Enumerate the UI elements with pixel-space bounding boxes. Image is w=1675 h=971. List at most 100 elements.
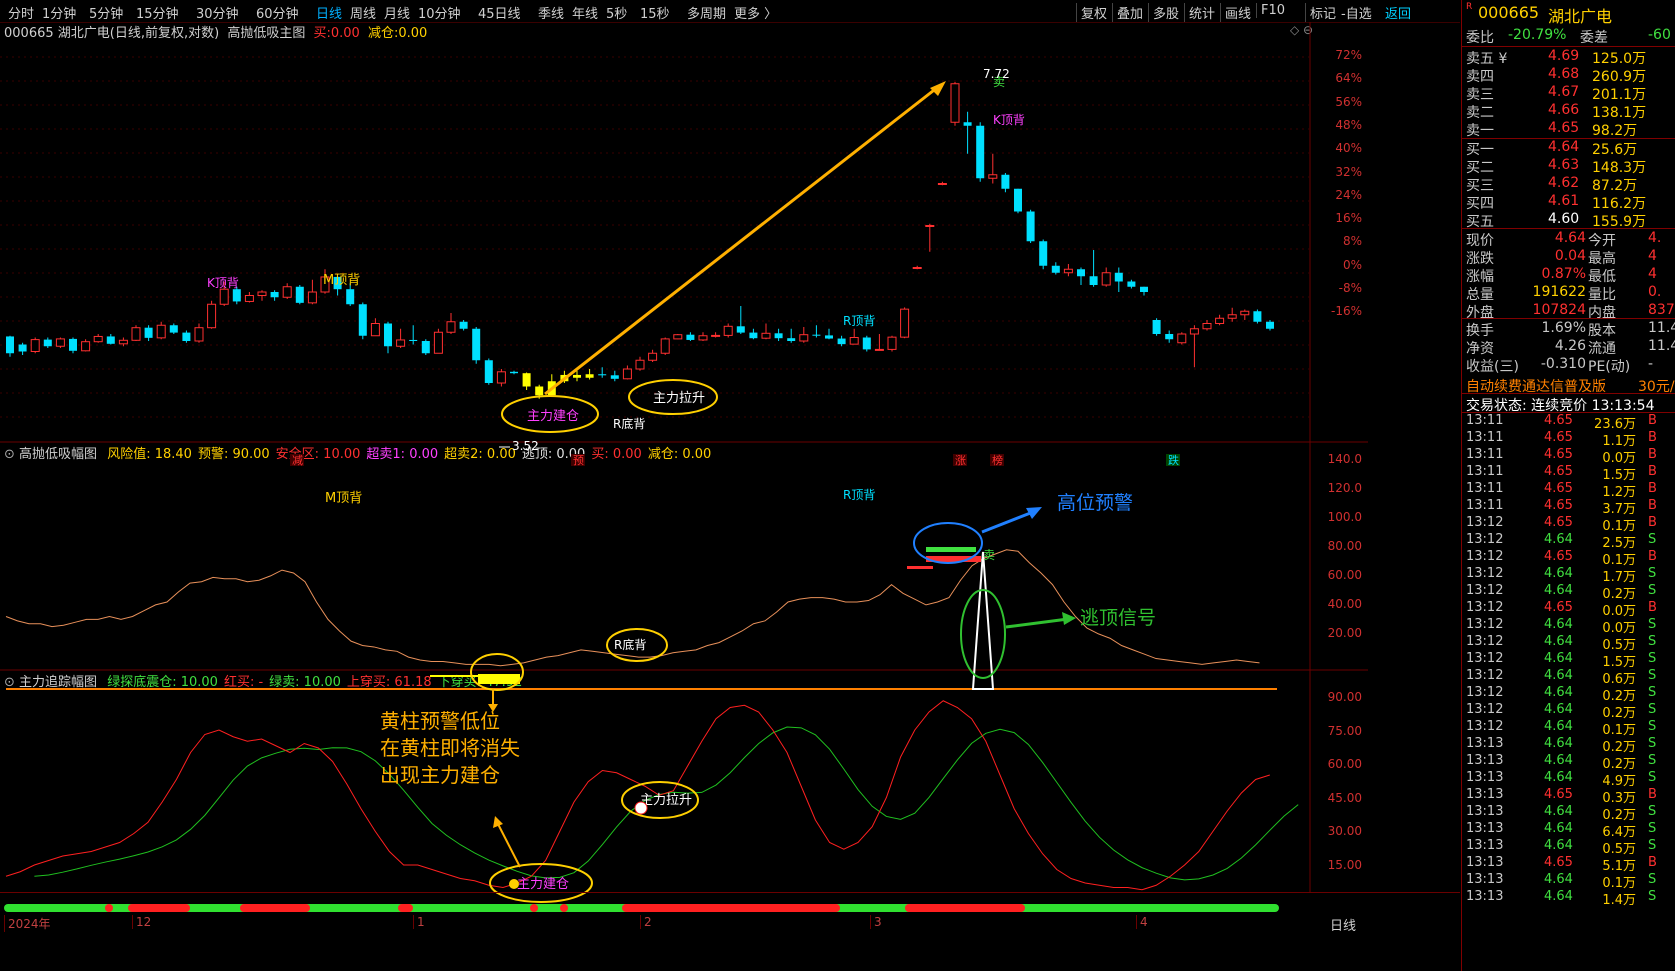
y-tick: 20.00 bbox=[1327, 626, 1362, 640]
note-line: 出现主力建仓 bbox=[380, 763, 500, 787]
toolbar-item-2[interactable]: 多股 bbox=[1148, 3, 1179, 22]
tick-time: 13:11 bbox=[1466, 430, 1504, 445]
tick-price: 4.64 bbox=[1544, 770, 1573, 785]
period-tab-7[interactable]: 周线 bbox=[350, 3, 376, 22]
toolbar-item-6[interactable]: 标记 bbox=[1305, 3, 1336, 22]
tick-row: 13:13 4.64 6.4万 S bbox=[1462, 820, 1675, 840]
stat-row: 现价 4.64 今开 4. bbox=[1462, 229, 1675, 249]
toolbar-item-1[interactable]: 叠加 bbox=[1112, 3, 1143, 22]
tick-direction: S bbox=[1648, 583, 1657, 598]
signal-line-red bbox=[5, 700, 1270, 891]
yellow-ellipse bbox=[470, 653, 524, 691]
candle bbox=[459, 321, 468, 329]
bid-price: 4.61 bbox=[1548, 193, 1580, 209]
tick-time: 13:12 bbox=[1466, 685, 1504, 700]
period-tab-3[interactable]: 15分钟 bbox=[136, 3, 179, 22]
x-tick: 1 bbox=[413, 915, 425, 929]
back-button[interactable]: 返回 bbox=[1385, 3, 1411, 22]
candle bbox=[1114, 272, 1123, 282]
candle bbox=[496, 371, 506, 384]
y-tick: 64% bbox=[1335, 71, 1362, 86]
candle bbox=[887, 336, 897, 350]
tick-price: 4.65 bbox=[1544, 600, 1573, 615]
period-tab-5[interactable]: 60分钟 bbox=[256, 3, 299, 22]
period-tab-14[interactable]: 15秒 bbox=[640, 3, 670, 22]
watchlist-button[interactable]: -自选 bbox=[1341, 3, 1372, 22]
tick-price: 4.64 bbox=[1544, 719, 1573, 734]
candle bbox=[799, 334, 809, 342]
toolbar-item-3[interactable]: 统计 bbox=[1184, 3, 1215, 22]
period-tab-11[interactable]: 季线 bbox=[538, 3, 564, 22]
tick-price: 4.64 bbox=[1544, 736, 1573, 751]
tick-row: 13:12 4.64 0.1万 S bbox=[1462, 718, 1675, 738]
toolbar-item-0[interactable]: 复权 bbox=[1076, 3, 1107, 22]
candle bbox=[988, 174, 998, 179]
candle bbox=[106, 336, 115, 344]
toolbar-item-5[interactable]: F10 bbox=[1256, 3, 1285, 18]
warn-arrow bbox=[981, 510, 1034, 534]
candle bbox=[144, 327, 153, 338]
period-indicator[interactable]: 日线 bbox=[1330, 915, 1356, 934]
r-bottom-label: R底背 bbox=[613, 416, 645, 431]
tick-price: 4.64 bbox=[1544, 889, 1573, 904]
chart-canvas[interactable]: K顶背 M顶背R顶背K顶背R底背卖7.723.52主力建仓主力拉升减预涨榜跌M顶背… bbox=[0, 22, 1460, 971]
toolbar-item-4[interactable]: 画线 bbox=[1220, 3, 1251, 22]
y-tick: 45.00 bbox=[1327, 790, 1362, 805]
y-tick: 16% bbox=[1335, 211, 1362, 226]
candle bbox=[257, 291, 267, 296]
weibi-value: -20.79% bbox=[1508, 27, 1567, 43]
ask-row: 卖二 4.66 138.1万 bbox=[1462, 101, 1675, 121]
stat-row: 总量 191622 量比 0. bbox=[1462, 283, 1675, 303]
bid-price: 4.60 bbox=[1548, 211, 1580, 227]
r-top-label: R顶背 bbox=[843, 488, 875, 502]
candle bbox=[711, 334, 721, 337]
period-tab-15[interactable]: 多周期 bbox=[687, 3, 726, 22]
period-tab-10[interactable]: 45日线 bbox=[478, 3, 521, 22]
period-tab-1[interactable]: 1分钟 bbox=[42, 3, 76, 22]
candle bbox=[837, 338, 846, 345]
period-tab-8[interactable]: 月线 bbox=[384, 3, 410, 22]
stat-value: 4.26 bbox=[1554, 338, 1586, 354]
period-tab-4[interactable]: 30分钟 bbox=[196, 3, 239, 22]
tick-row: 13:11 4.65 1.5万 B bbox=[1462, 463, 1675, 483]
y-tick: 24% bbox=[1335, 187, 1362, 202]
candle bbox=[1026, 211, 1035, 242]
tick-direction: B bbox=[1648, 549, 1657, 564]
tick-row: 13:12 4.64 0.0万 S bbox=[1462, 616, 1675, 636]
period-tab-13[interactable]: 5秒 bbox=[606, 3, 627, 22]
candle bbox=[1001, 174, 1010, 189]
tick-price: 4.64 bbox=[1544, 634, 1573, 649]
bid-row: 买一 4.64 25.6万 bbox=[1462, 138, 1675, 158]
period-tab-9[interactable]: 10分钟 bbox=[418, 3, 461, 22]
tick-price: 4.64 bbox=[1544, 838, 1573, 853]
tick-price: 4.65 bbox=[1544, 498, 1573, 513]
candle bbox=[648, 352, 658, 361]
bottom-mark: 预 bbox=[573, 454, 584, 467]
bid-price: 4.63 bbox=[1548, 157, 1580, 173]
candle bbox=[219, 288, 229, 305]
period-tab-16[interactable]: 更多 〉 bbox=[734, 3, 777, 22]
y-tick: -16% bbox=[1330, 304, 1362, 319]
candle bbox=[1077, 269, 1085, 277]
period-tab-0[interactable]: 分时 bbox=[8, 3, 34, 22]
tick-row: 13:13 4.64 4.9万 S bbox=[1462, 769, 1675, 789]
tick-price: 4.64 bbox=[1544, 583, 1573, 598]
k-top-label: K顶背 bbox=[993, 113, 1025, 127]
tick-time: 13:11 bbox=[1466, 464, 1504, 479]
tick-time: 13:12 bbox=[1466, 600, 1504, 615]
period-tab-12[interactable]: 年线 bbox=[572, 3, 598, 22]
tick-time: 13:11 bbox=[1466, 481, 1504, 496]
tick-direction: B bbox=[1648, 498, 1657, 513]
candle bbox=[660, 338, 670, 354]
tick-time: 13:12 bbox=[1466, 532, 1504, 547]
candle bbox=[282, 286, 292, 298]
period-tab-6[interactable]: 日线 bbox=[316, 3, 342, 22]
bottom-mark: 涨 bbox=[955, 454, 966, 467]
y-tick: 40.00 bbox=[1327, 597, 1362, 611]
stock-code: 000665 bbox=[1478, 3, 1540, 22]
y-tick: 15.00 bbox=[1327, 857, 1362, 872]
bottom-mark: 减 bbox=[292, 454, 303, 467]
tick-price: 4.64 bbox=[1544, 872, 1573, 887]
period-tab-2[interactable]: 5分钟 bbox=[89, 3, 123, 22]
main-y-axis: 72% 64% 56% 48% 40% 32% 24% 16% 8% 0% -8% -16% bbox=[1310, 22, 1368, 442]
